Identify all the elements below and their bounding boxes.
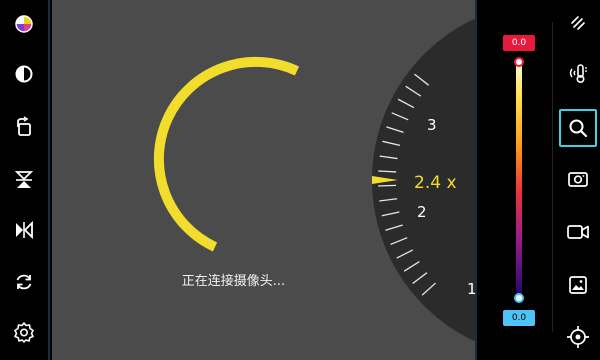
zoom-dial-tick	[378, 184, 397, 187]
palette-icon[interactable]	[8, 8, 40, 40]
zoom-tick-label-3: 3	[427, 116, 437, 134]
contrast-icon[interactable]	[8, 58, 40, 90]
min-temp-label[interactable]: 0.0	[503, 310, 535, 326]
refresh-icon[interactable]	[8, 266, 40, 298]
max-temp-label[interactable]: 0.0	[503, 35, 535, 51]
zoom-tick-label-2: 2	[417, 203, 427, 221]
left-toolbar	[0, 0, 50, 360]
video-icon[interactable]	[559, 213, 597, 251]
panel-divider	[552, 22, 553, 332]
camera-viewport: 2.4 x 3 2 1 正在连接摄像头...	[52, 0, 475, 360]
thermometer-icon[interactable]	[559, 54, 597, 92]
settings-icon[interactable]	[8, 316, 40, 348]
mirror-horizontal-icon[interactable]	[8, 214, 40, 246]
loading-spinner	[153, 56, 300, 252]
zoom-current-label: 2.4 x	[414, 173, 457, 193]
zoom-tick-label-1: 1	[467, 280, 475, 298]
target-icon[interactable]	[559, 318, 597, 356]
gallery-icon[interactable]	[559, 266, 597, 304]
rotate-icon[interactable]	[8, 111, 40, 143]
photo-icon[interactable]	[559, 160, 597, 198]
temperature-gradient-bar	[516, 62, 522, 298]
status-text: 正在连接摄像头...	[181, 274, 286, 289]
search-icon[interactable]	[559, 109, 597, 147]
right-panel: 0.0 0.0	[475, 0, 600, 360]
max-temp-handle	[514, 57, 524, 67]
min-temp-handle	[514, 293, 524, 303]
mirror-vertical-icon[interactable]	[8, 164, 40, 196]
draw-icon[interactable]	[559, 4, 597, 42]
